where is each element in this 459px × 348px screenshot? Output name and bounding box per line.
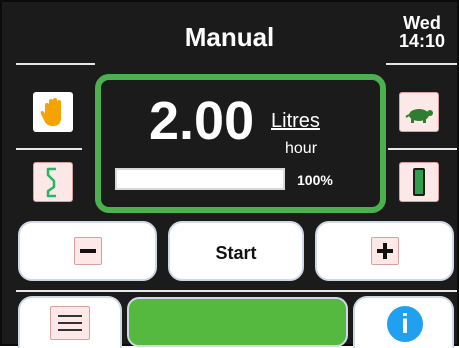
ramp-profile-icon	[46, 167, 56, 198]
info-button[interactable]: i	[353, 296, 454, 348]
info-icon: i	[385, 304, 425, 344]
menu-button[interactable]	[18, 296, 122, 348]
clock: Wed 14:10	[399, 14, 445, 50]
side-divider-right	[388, 148, 457, 150]
battery-button[interactable]	[399, 162, 439, 202]
hand-button[interactable]	[33, 92, 73, 132]
header-divider-right	[386, 63, 457, 65]
turtle-button[interactable]	[399, 92, 439, 132]
menu-icon	[50, 306, 90, 340]
rate-value: 2.00	[149, 91, 255, 151]
battery-icon	[413, 168, 425, 196]
pump-screen: Manual Wed 14:10 2.00 Litres hour 100% S…	[0, 0, 459, 348]
footer-divider	[16, 290, 457, 292]
clock-day: Wed	[403, 13, 441, 33]
mode-title: Manual	[184, 22, 275, 52]
progress-percent: 100%	[297, 172, 333, 188]
turtle-icon	[405, 109, 433, 123]
start-button[interactable]: Start	[168, 221, 304, 281]
progress-bar	[115, 168, 285, 190]
start-label: Start	[215, 243, 257, 263]
minus-icon	[73, 237, 102, 265]
ramp-button[interactable]	[33, 162, 73, 202]
plus-icon	[370, 237, 399, 265]
rate-unit: Litres	[271, 110, 320, 132]
status-bar-button[interactable]	[127, 297, 348, 347]
header-divider-left	[16, 63, 95, 65]
increase-button[interactable]	[315, 221, 454, 281]
rate-per: hour	[285, 140, 318, 157]
clock-time: 14:10	[398, 31, 445, 51]
rate-panel[interactable]: 2.00 Litres hour 100%	[95, 74, 386, 213]
decrease-button[interactable]	[18, 221, 157, 281]
side-divider-left	[16, 148, 82, 150]
hand-icon	[40, 98, 61, 126]
